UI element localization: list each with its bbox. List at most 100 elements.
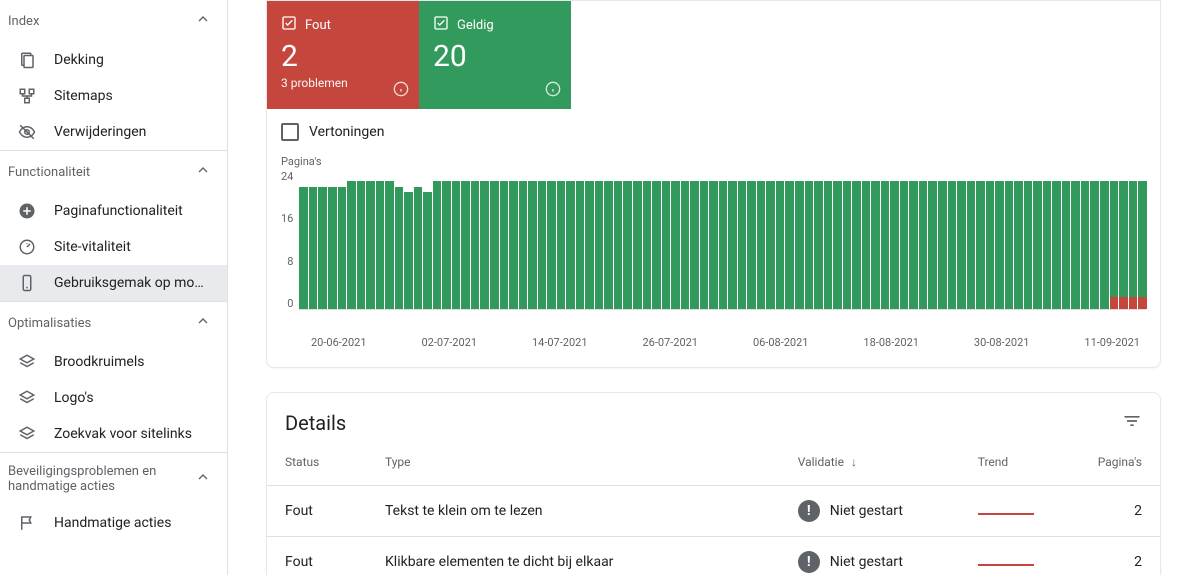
chart-bar[interactable] — [366, 169, 375, 309]
info-icon[interactable] — [545, 81, 561, 101]
chart-bar[interactable] — [461, 169, 470, 309]
chart-bar[interactable] — [871, 169, 880, 309]
chart-bar[interactable] — [1090, 169, 1099, 309]
chart-bar[interactable] — [1110, 169, 1119, 309]
col-trend[interactable]: Trend — [960, 443, 1080, 486]
chart-bar[interactable] — [719, 169, 728, 309]
chart-bar[interactable] — [833, 169, 842, 309]
chart-bar[interactable] — [652, 169, 661, 309]
chart-bar[interactable] — [414, 169, 423, 309]
chart-bar[interactable] — [357, 169, 366, 309]
chart-bar[interactable] — [890, 169, 899, 309]
chart-bar[interactable] — [967, 169, 976, 309]
col-pages[interactable]: Pagina's — [1080, 443, 1160, 486]
chart-bar[interactable] — [490, 169, 499, 309]
chart-bar[interactable] — [995, 169, 1004, 309]
chart-bar[interactable] — [480, 169, 489, 309]
sidebar-item[interactable]: Site-vitaliteit — [0, 229, 227, 265]
chart-bar[interactable] — [843, 169, 852, 309]
chart-bar[interactable] — [623, 169, 632, 309]
info-icon[interactable] — [393, 81, 409, 101]
sidebar-item[interactable]: Paginafunctionaliteit — [0, 193, 227, 229]
chart-bar[interactable] — [976, 169, 985, 309]
chart-bar[interactable] — [471, 169, 480, 309]
chart-bar[interactable] — [728, 169, 737, 309]
chart-bar[interactable] — [805, 169, 814, 309]
chart-bar[interactable] — [957, 169, 966, 309]
chart-bar[interactable] — [766, 169, 775, 309]
chart-bar[interactable] — [852, 169, 861, 309]
chart-bar[interactable] — [338, 169, 347, 309]
chart-bar[interactable] — [519, 169, 528, 309]
col-status[interactable]: Status — [267, 443, 367, 486]
sidebar-section-header[interactable]: Beveiligingsproblemen en handmatige acti… — [0, 453, 227, 505]
chart-bar[interactable] — [1100, 169, 1109, 309]
chart-bar[interactable] — [700, 169, 709, 309]
chart-bar[interactable] — [690, 169, 699, 309]
chart-bar[interactable] — [948, 169, 957, 309]
chart-bar[interactable] — [928, 169, 937, 309]
chart-bar[interactable] — [1014, 169, 1023, 309]
chart-bar[interactable] — [824, 169, 833, 309]
sidebar-item[interactable]: Verwijderingen — [0, 114, 227, 150]
chart-bar[interactable] — [385, 169, 394, 309]
chart-bar[interactable] — [318, 169, 327, 309]
chart-bar[interactable] — [747, 169, 756, 309]
chart-bar[interactable] — [938, 169, 947, 309]
chart-bar[interactable] — [347, 169, 356, 309]
chart-bar[interactable] — [1071, 169, 1080, 309]
impressions-toggle-row[interactable]: Vertoningen — [267, 109, 1160, 155]
chart-bar[interactable] — [547, 169, 556, 309]
chart-bar[interactable] — [757, 169, 766, 309]
checkbox-empty-icon[interactable] — [281, 123, 299, 141]
chart-bar[interactable] — [500, 169, 509, 309]
chart-bar[interactable] — [1033, 169, 1042, 309]
chart-bar[interactable] — [452, 169, 461, 309]
sidebar-item[interactable]: Broodkruimels — [0, 344, 227, 380]
chart-bar[interactable] — [709, 169, 718, 309]
sidebar-section-header[interactable]: Functionaliteit — [0, 151, 227, 193]
chart-bar[interactable] — [395, 169, 404, 309]
chart-bar[interactable] — [795, 169, 804, 309]
chart-bar[interactable] — [1005, 169, 1014, 309]
filter-icon[interactable] — [1122, 411, 1142, 435]
table-row[interactable]: Fout Tekst te klein om te lezen ! Niet g… — [267, 486, 1160, 537]
sidebar-item[interactable]: Sitemaps — [0, 78, 227, 114]
chart-bar[interactable] — [1081, 169, 1090, 309]
chart-bar[interactable] — [557, 169, 566, 309]
chart-bar[interactable] — [376, 169, 385, 309]
chart-bar[interactable] — [662, 169, 671, 309]
chart-bar[interactable] — [1062, 169, 1071, 309]
chart-bar[interactable] — [614, 169, 623, 309]
sidebar-item[interactable]: Logo's — [0, 380, 227, 416]
chart-bar[interactable] — [671, 169, 680, 309]
chart-bar[interactable] — [1024, 169, 1033, 309]
chart-bar[interactable] — [309, 169, 318, 309]
chart-bar[interactable] — [604, 169, 613, 309]
chart-bar[interactable] — [900, 169, 909, 309]
chart-bar[interactable] — [566, 169, 575, 309]
chart-bar[interactable] — [538, 169, 547, 309]
tile-error[interactable]: Fout 2 3 problemen — [267, 1, 419, 109]
chart-bar[interactable] — [862, 169, 871, 309]
chart-bar[interactable] — [986, 169, 995, 309]
tile-valid[interactable]: Geldig 20 — [419, 1, 571, 109]
chart-bar[interactable] — [881, 169, 890, 309]
sidebar-item[interactable]: Zoekvak voor sitelinks — [0, 416, 227, 452]
chart-bar[interactable] — [909, 169, 918, 309]
chart-bar[interactable] — [1129, 169, 1138, 309]
chart-bar[interactable] — [633, 169, 642, 309]
chart-bar[interactable] — [328, 169, 337, 309]
chart-bar[interactable] — [643, 169, 652, 309]
chart-bar[interactable] — [814, 169, 823, 309]
chart-bar[interactable] — [423, 169, 432, 309]
sidebar-section-header[interactable]: Optimalisaties — [0, 302, 227, 344]
sidebar-item[interactable]: Dekking — [0, 42, 227, 78]
chart-bar[interactable] — [785, 169, 794, 309]
sidebar-item[interactable]: Gebruiksgemak op mobiele ap… — [0, 265, 227, 301]
col-validation[interactable]: Validatie ↓ — [780, 443, 960, 486]
chart-bar[interactable] — [738, 169, 747, 309]
chart-bar[interactable] — [1138, 169, 1147, 309]
chart-bar[interactable] — [404, 169, 413, 309]
chart-bar[interactable] — [576, 169, 585, 309]
